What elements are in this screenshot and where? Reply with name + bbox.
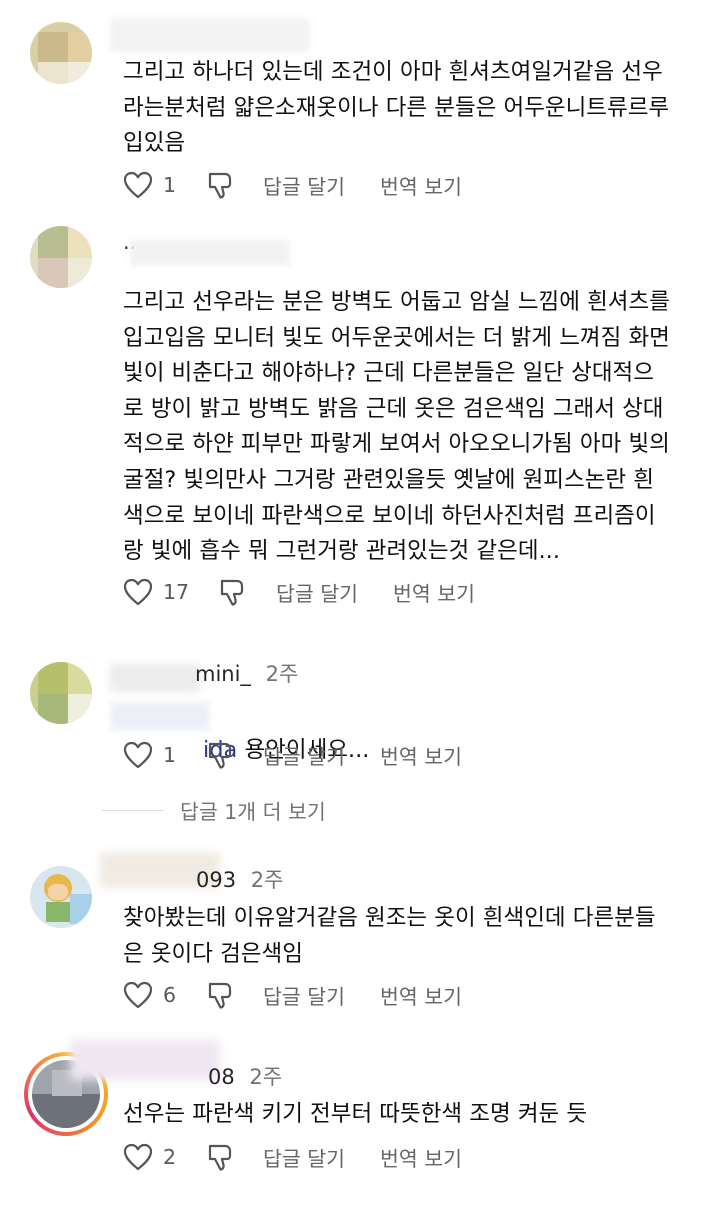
- translate-button[interactable]: 번역 보기: [380, 980, 462, 1010]
- divider: [102, 809, 164, 811]
- like-count: 17: [163, 580, 190, 604]
- heart-icon: [123, 578, 153, 606]
- timestamp: 2주: [249, 1065, 283, 1089]
- comment-actions: 6 답글 달기 번역 보기: [123, 980, 683, 1010]
- timestamp: 2주: [265, 662, 299, 686]
- timestamp: 2주: [250, 868, 284, 892]
- avatar[interactable]: [30, 22, 92, 84]
- username[interactable]: 093: [196, 868, 236, 892]
- comment-text: 선우는 파란색 키기 전부터 따뜻한색 조명 켜둔 듯: [123, 1101, 588, 1127]
- comment-text: 찾아봤는데 이유알거같음 원조는 옷이 흰색인데 다른분들 은 옷이다 검은색임: [123, 905, 656, 967]
- comment-actions: 2 답글 달기 번역 보기: [123, 1142, 683, 1172]
- comment-meta: 08 2주: [208, 1061, 282, 1091]
- comment-meta: mini_ 2주: [195, 658, 298, 688]
- comment-actions: 1 답글 달기 번역 보기: [123, 740, 683, 770]
- view-more-replies[interactable]: 답글 1개 더 보기: [102, 795, 326, 825]
- like-count: 1: [163, 173, 177, 197]
- comment-meta: 093 2주: [196, 864, 283, 894]
- username[interactable]: mini_: [195, 662, 251, 686]
- username-blur: [70, 1040, 220, 1080]
- view-more-replies-label: 답글 1개 더 보기: [180, 800, 326, 824]
- heart-icon: [123, 1143, 153, 1171]
- avatar[interactable]: [30, 662, 92, 724]
- username-blur: [110, 664, 200, 692]
- translate-button[interactable]: 번역 보기: [380, 170, 462, 200]
- dislike-button[interactable]: [207, 980, 235, 1010]
- thumbs-down-icon: [220, 579, 244, 606]
- comment-text: 그리고 하나더 있는데 조건이 아마 흰셔츠여일거같음 선우 라는분처럼 얇은소…: [123, 59, 670, 157]
- reply-button[interactable]: 답글 달기: [263, 980, 345, 1010]
- dislike-button[interactable]: [207, 740, 235, 770]
- thumbs-down-icon: [208, 742, 232, 769]
- reply-button[interactable]: 답글 달기: [263, 170, 345, 200]
- like-button[interactable]: 6: [123, 980, 176, 1010]
- thumbs-down-icon: [208, 172, 232, 199]
- dislike-button[interactable]: [219, 577, 247, 607]
- mention-blur: [110, 702, 210, 730]
- reply-button[interactable]: 답글 달기: [263, 1142, 345, 1172]
- dislike-button[interactable]: [207, 1142, 235, 1172]
- like-button[interactable]: 2: [123, 1142, 176, 1172]
- comment-actions: 1 답글 달기 번역 보기: [123, 170, 683, 200]
- like-button[interactable]: 1: [123, 740, 176, 770]
- like-button[interactable]: 1: [123, 170, 176, 200]
- heart-icon: [123, 171, 153, 199]
- comment-actions: 17 답글 달기 번역 보기: [123, 577, 683, 607]
- thumbs-down-icon: [208, 982, 232, 1009]
- avatar[interactable]: [30, 866, 92, 928]
- username[interactable]: 08: [208, 1065, 235, 1089]
- translate-button[interactable]: 번역 보기: [380, 740, 462, 770]
- avatar[interactable]: [30, 226, 92, 288]
- translate-button[interactable]: 번역 보기: [380, 1142, 462, 1172]
- thumbs-down-icon: [208, 1144, 232, 1171]
- heart-icon: [123, 741, 153, 769]
- comment-text: 그리고 선우라는 분은 방벽도 어둡고 암실 느낌에 흰셔츠를 입고입음 모니터…: [123, 289, 670, 565]
- like-count: 6: [163, 983, 177, 1007]
- translate-button[interactable]: 번역 보기: [393, 577, 475, 607]
- dislike-button[interactable]: [207, 170, 235, 200]
- like-count: 2: [163, 1145, 177, 1169]
- reply-button[interactable]: 답글 달기: [276, 577, 358, 607]
- like-count: 1: [163, 743, 177, 767]
- username-blur: [110, 18, 310, 52]
- heart-icon: [123, 981, 153, 1009]
- reply-button[interactable]: 답글 달기: [263, 740, 345, 770]
- like-button[interactable]: 17: [123, 577, 189, 607]
- username-blur: [130, 240, 290, 266]
